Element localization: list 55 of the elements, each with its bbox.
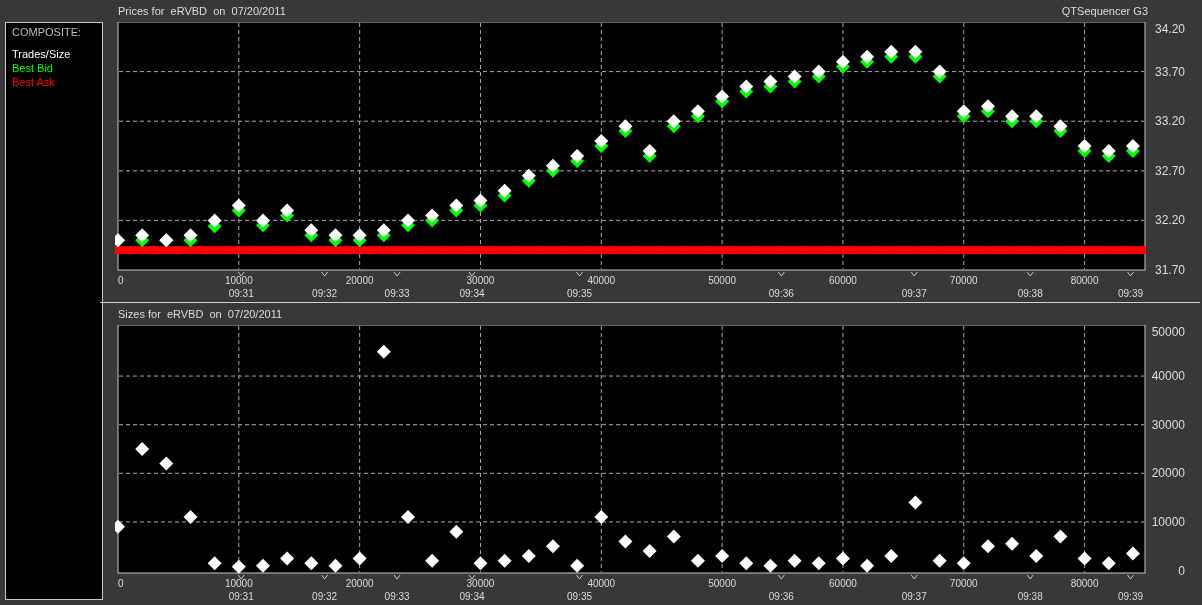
y-axis-label: 10000	[1151, 514, 1185, 529]
legend-item: Trades/Size	[12, 48, 71, 60]
x-axis-label: 60000	[829, 578, 857, 589]
time-label: 09:36	[768, 591, 794, 602]
legend-heading: COMPOSITE:	[12, 26, 82, 38]
y-axis-label: 20000	[1151, 466, 1185, 481]
y-axis-label: 30000	[1151, 417, 1185, 432]
chart-title: Prices for eRVBD on 07/20/2011	[118, 5, 286, 17]
time-label: 09:39	[1118, 591, 1143, 602]
y-axis-label: 0	[1178, 563, 1185, 578]
y-axis-label: 33.20	[1154, 114, 1185, 129]
x-axis-label: 80000	[1070, 578, 1099, 589]
x-axis-label: 40000	[587, 578, 616, 589]
x-axis-label: 70000	[949, 275, 978, 286]
time-label: 09:34	[459, 288, 485, 299]
x-axis-label: 0	[118, 578, 124, 589]
x-axis-label: 70000	[949, 578, 978, 589]
time-label: 09:38	[1017, 591, 1043, 602]
x-axis-label: 20000	[345, 578, 374, 589]
time-label: 09:37	[901, 288, 927, 299]
x-axis-label: 50000	[708, 275, 736, 286]
chart-subtitle: QTSequencer G3	[1061, 5, 1148, 17]
time-label: 09:39	[1118, 288, 1143, 299]
time-label: 09:35	[567, 591, 593, 602]
time-label: 09:37	[901, 591, 927, 602]
x-axis-label: 50000	[708, 578, 736, 589]
x-axis-label: 40000	[587, 275, 616, 286]
y-axis-label: 40000	[1151, 369, 1185, 384]
x-axis-label: 10000	[224, 275, 253, 286]
legend-item: Best Ask	[12, 76, 55, 88]
y-axis-label: 50000	[1151, 325, 1185, 339]
x-axis-label: 20000	[345, 275, 374, 286]
x-axis-label: 0	[118, 275, 124, 286]
chart-title: Sizes for eRVBD on 07/20/2011	[118, 308, 283, 320]
time-label: 09:32	[312, 591, 338, 602]
x-axis-label: 30000	[466, 275, 495, 286]
legend-item: Best Bid	[12, 62, 53, 74]
time-label: 09:36	[768, 288, 794, 299]
y-axis-label: 31.70	[1154, 263, 1185, 277]
time-label: 09:31	[228, 288, 254, 299]
x-axis-label: 60000	[829, 275, 857, 286]
time-label: 09:32	[312, 288, 338, 299]
y-axis-label: 32.20	[1154, 213, 1185, 228]
x-axis-label: 80000	[1070, 275, 1099, 286]
x-axis-label: 30000	[466, 578, 495, 589]
x-axis-label: 10000	[224, 578, 253, 589]
time-label: 09:35	[567, 288, 593, 299]
time-label: 09:38	[1017, 288, 1043, 299]
y-axis-label: 33.70	[1154, 64, 1185, 79]
time-label: 09:34	[459, 591, 485, 602]
time-label: 09:33	[384, 288, 410, 299]
y-axis-label: 32.70	[1154, 163, 1185, 178]
time-label: 09:31	[228, 591, 254, 602]
y-axis-label: 34.20	[1154, 22, 1185, 36]
time-label: 09:33	[384, 591, 410, 602]
